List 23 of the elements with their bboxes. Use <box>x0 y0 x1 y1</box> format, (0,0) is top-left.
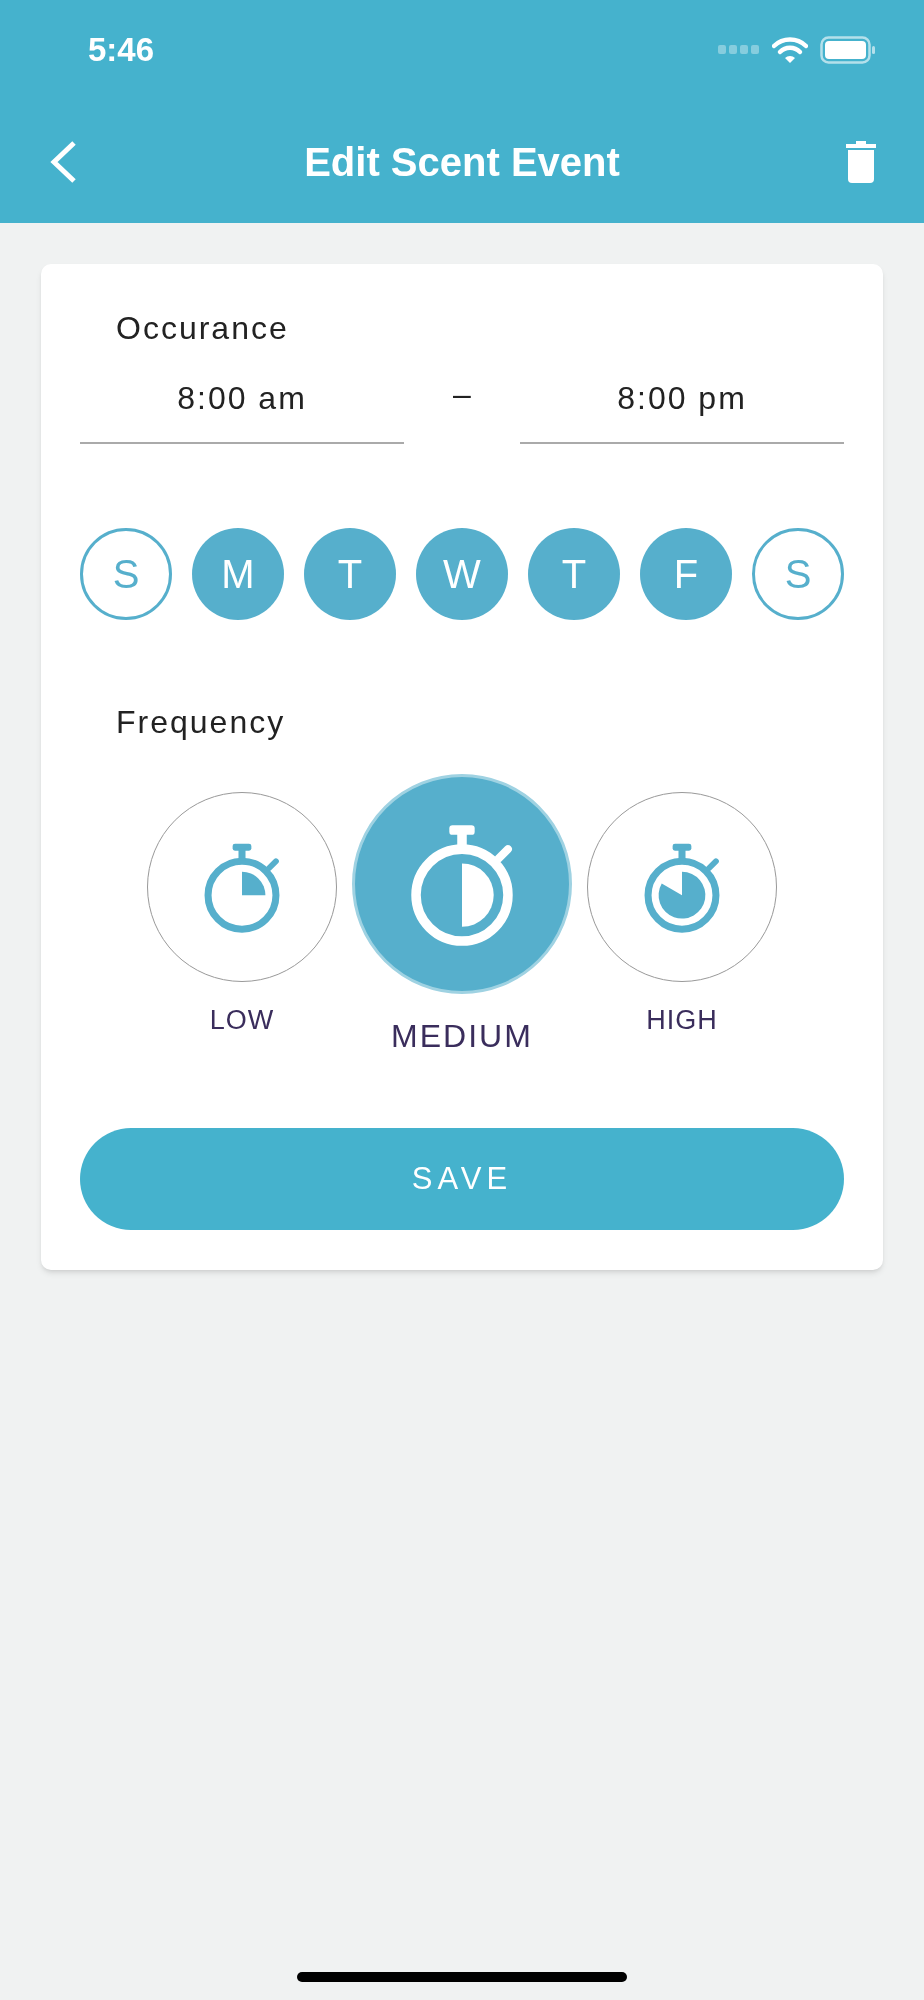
wifi-icon <box>772 36 808 64</box>
frequency-label: HIGH <box>646 1004 718 1037</box>
day-toggle[interactable]: T <box>528 528 620 620</box>
day-toggle[interactable]: T <box>304 528 396 620</box>
section-label: Occurance <box>116 309 290 348</box>
page-title: Edit Scent Event <box>304 138 620 186</box>
day-toggle[interactable]: S <box>80 528 172 620</box>
save-button[interactable]: SAVE <box>80 1128 844 1230</box>
status-time: 5:46 <box>88 30 155 71</box>
trash-icon[interactable] <box>846 140 876 183</box>
section-label: Frequency <box>116 703 287 742</box>
signal-icon <box>718 45 760 55</box>
day-toggle[interactable]: S <box>752 528 844 620</box>
day-toggle[interactable]: F <box>640 528 732 620</box>
start-time-field[interactable]: 8:00 am <box>80 374 404 444</box>
battery-icon <box>820 36 876 64</box>
back-icon[interactable] <box>48 139 78 184</box>
frequency-label: LOW <box>209 1004 275 1037</box>
range-separator: – <box>452 375 472 414</box>
frequency-label: MEDIUM <box>391 1017 533 1056</box>
day-toggle[interactable]: W <box>416 528 508 620</box>
end-time-field[interactable]: 8:00 pm <box>520 374 844 444</box>
day-toggle[interactable]: M <box>192 528 284 620</box>
